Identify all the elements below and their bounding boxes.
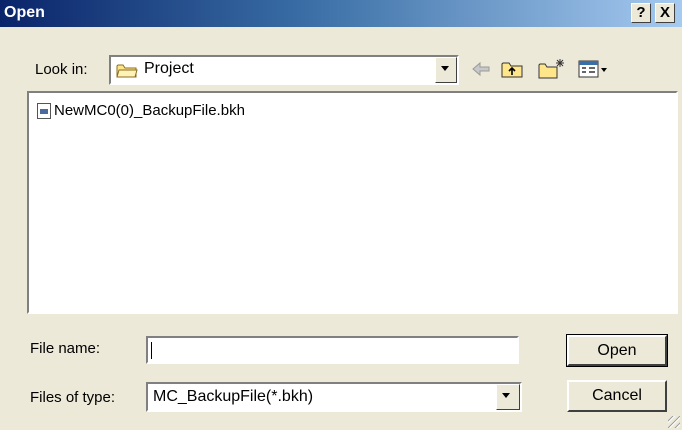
file-item[interactable]: NewMC0(0)_BackupFile.bkh [37, 102, 245, 119]
files-of-type-value: MC_BackupFile(*.bkh) [153, 388, 314, 405]
cancel-button[interactable]: Cancel [567, 380, 667, 412]
look-in-value: Project [144, 60, 194, 77]
files-of-type-label: Files of type: [30, 389, 116, 406]
file-name-input[interactable] [146, 336, 519, 364]
view-menu-icon[interactable] [577, 58, 609, 80]
resize-grip-icon[interactable] [668, 416, 680, 428]
help-button[interactable]: ? [631, 3, 651, 23]
title-bar[interactable]: Open ? X [0, 0, 682, 27]
look-in-dropdown-arrow[interactable] [435, 57, 457, 83]
file-item-name: NewMC0(0)_BackupFile.bkh [54, 102, 245, 119]
up-folder-icon[interactable] [500, 58, 524, 80]
file-name-label: File name: [30, 340, 101, 357]
look-in-dropdown[interactable]: Project [109, 55, 459, 85]
close-button[interactable]: X [655, 3, 675, 23]
new-folder-icon[interactable] [537, 58, 567, 80]
folder-icon [116, 64, 138, 78]
back-arrow-icon[interactable] [470, 58, 492, 80]
open-button[interactable]: Open [566, 334, 668, 367]
open-dialog: Open ? X Look in: Project NewMC0(0)_Back… [0, 0, 682, 430]
file-list[interactable]: NewMC0(0)_BackupFile.bkh [27, 91, 678, 314]
backup-file-icon [37, 102, 51, 119]
window-title: Open [4, 4, 45, 21]
look-in-label: Look in: [35, 61, 88, 78]
files-of-type-dropdown-arrow[interactable] [496, 384, 520, 410]
files-of-type-dropdown[interactable]: MC_BackupFile(*.bkh) [146, 382, 522, 412]
text-caret [151, 342, 152, 359]
